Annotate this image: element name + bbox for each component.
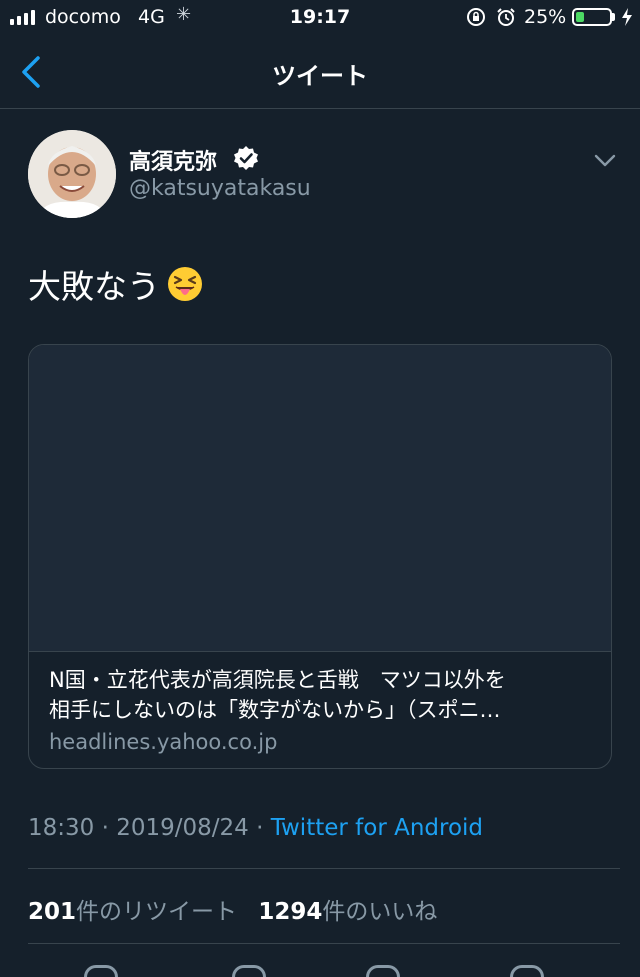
link-card[interactable]: N国・立花代表が高須院長と舌戦 マツコ以外を 相手にしないのは「数字がないから」… [28,344,612,769]
tweet-stats: 201件のリツイート 1294件のいいね [28,892,451,926]
link-card-title-line1: N国・立花代表が高須院長と舌戦 マツコ以外を [49,668,506,692]
tweet-text: 大敗なう [28,260,204,308]
page-title: ツイート [272,62,368,90]
display-name[interactable]: 高須克弥 [129,144,217,176]
avatar-photo [28,130,116,218]
navigation-bar: ツイート [0,36,640,109]
tweet-meta: 18:30 · 2019/08/24 · Twitter for Android [28,815,483,841]
link-card-title: N国・立花代表が高須院長と舌戦 マツコ以外を 相手にしないのは「数字がないから」… [49,665,589,725]
link-card-title-line2: 相手にしないのは「数字がないから」（スポニ… [49,698,501,722]
link-card-domain: headlines.yahoo.co.jp [49,730,278,754]
chevron-down-icon[interactable] [592,150,618,170]
meta-separator: · [94,815,117,841]
divider [28,868,620,869]
reply-icon[interactable] [84,965,118,977]
likes-label: 件のいいね [322,899,438,925]
battery-icon [572,8,612,26]
tweet-text-content: 大敗なう [28,267,160,306]
tweet-date: 2019/08/24 [116,815,249,841]
link-card-image [29,345,611,652]
verified-badge-icon [234,146,258,170]
status-bar: docomo 4G ✳ 19:17 25% [0,0,640,36]
action-bar [0,960,640,977]
user-handle[interactable]: @katsuyatakasu [129,176,311,201]
alarm-icon [497,8,515,26]
retweets-label: 件のリツイート [76,899,238,925]
battery-level-fill [576,12,584,22]
squinting-face-with-tongue-icon [168,267,202,301]
share-icon[interactable] [510,965,544,977]
retweet-icon[interactable] [232,965,266,977]
charging-bolt-icon [622,8,632,26]
retweets-count: 201 [28,899,77,925]
meta-separator: · [248,815,271,841]
like-icon[interactable] [366,965,400,977]
avatar[interactable] [28,130,116,218]
tweet-time: 18:30 [28,815,95,841]
battery-percent: 25% [524,6,567,28]
tweet-client-link[interactable]: Twitter for Android [271,815,483,841]
divider [28,943,620,944]
likes-count: 1294 [258,899,323,925]
likes-stat[interactable]: 1294件のいいね [258,899,437,925]
retweets-stat[interactable]: 201件のリツイート [28,899,237,925]
battery-tip [612,13,615,21]
rotation-lock-icon [467,8,485,26]
